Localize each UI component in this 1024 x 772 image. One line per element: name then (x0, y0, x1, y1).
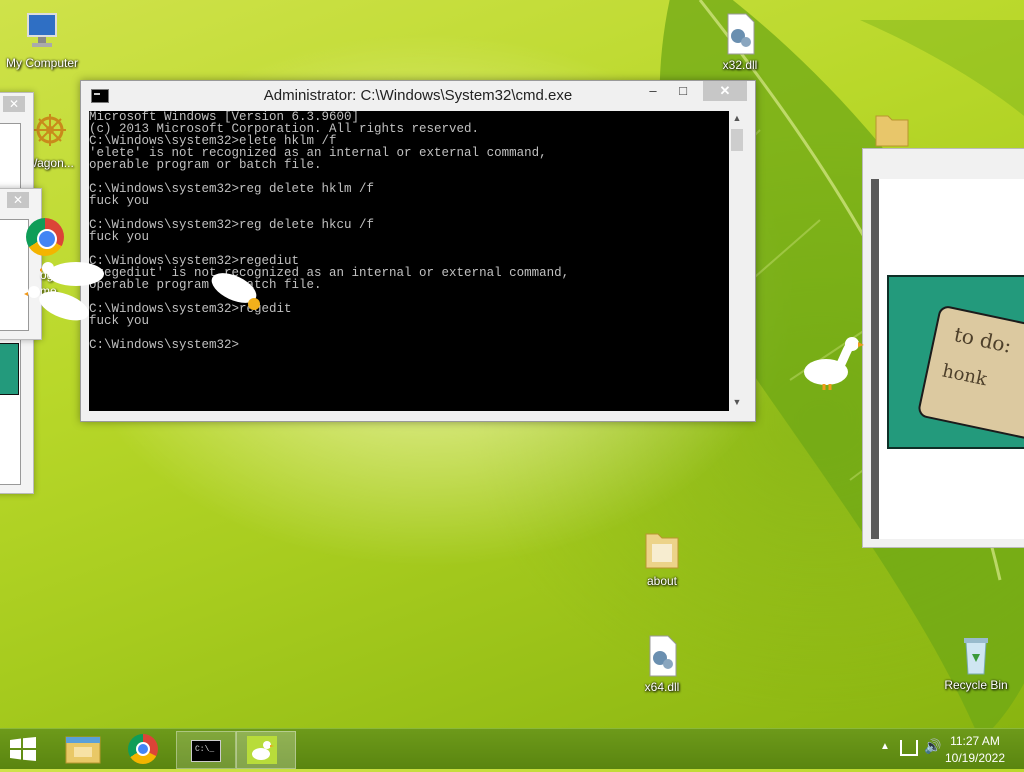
desktop-icon-label: Recycle Bin (944, 678, 1008, 692)
windows-start-icon[interactable] (8, 737, 38, 761)
desktop-icon-label: x32.dll (722, 58, 758, 72)
dll-file-icon (720, 12, 760, 56)
goose-icon (804, 337, 864, 390)
goose-icon (211, 273, 260, 310)
note-paper: to do: honk (916, 304, 1024, 444)
taskbar-goose[interactable] (236, 731, 296, 769)
taskbar: C:\_ ▲ 🔊 11:27 AM 10/19/2022 (0, 728, 1024, 769)
system-tray: ▲ 🔊 11:27 AM 10/19/2022 (864, 729, 1024, 769)
computer-icon (22, 10, 62, 54)
file-explorer-icon (65, 736, 101, 764)
title-bar[interactable]: Administrator: C:\Windows\System32\cmd.e… (81, 81, 755, 109)
chrome-icon (128, 734, 158, 764)
show-hidden-icons-icon[interactable]: ▲ (880, 741, 890, 752)
note-item: honk (940, 360, 989, 391)
recycle-bin-icon (956, 632, 996, 676)
goose-notes-window[interactable]: to do: honk (862, 148, 1024, 548)
scroll-thumb[interactable] (731, 129, 743, 151)
taskbar-command-prompt[interactable]: C:\_ (176, 731, 236, 769)
scroll-up-arrow-icon[interactable]: ▲ (729, 113, 745, 127)
green-panel (0, 343, 19, 395)
desktop-icon-recycle-bin[interactable]: Recycle Bin (934, 632, 1018, 692)
desktop-icon-x32-dll[interactable]: x32.dll (698, 12, 782, 72)
close-button[interactable]: ✕ (7, 192, 29, 208)
wagon-icon (30, 110, 70, 154)
goose-icon (247, 736, 277, 764)
todo-note[interactable]: to do: honk (887, 275, 1024, 449)
cmd-window[interactable]: Administrator: C:\Windows\System32\cmd.e… (80, 80, 756, 422)
desktop-icon-label: about (646, 574, 678, 588)
chrome-icon[interactable] (26, 218, 64, 256)
console-text: Microsoft Windows [Version 6.3.9600] (c)… (89, 111, 570, 352)
desktop-icon-about[interactable]: about (620, 528, 704, 588)
network-icon[interactable] (900, 740, 918, 756)
vertical-scrollbar[interactable]: ▲ ▼ (729, 111, 745, 411)
goose-icon (24, 286, 89, 321)
clock-date[interactable]: 10/19/2022 (940, 751, 1010, 765)
taskbar-file-explorer[interactable] (54, 731, 112, 767)
clock-time[interactable]: 11:27 AM (940, 734, 1010, 748)
taskbar-chrome[interactable] (116, 731, 174, 767)
dll-file-icon (642, 634, 682, 678)
console-output[interactable]: Microsoft Windows [Version 6.3.9600] (c)… (89, 111, 729, 411)
scroll-down-arrow-icon[interactable]: ▼ (729, 397, 745, 411)
folder-icon (642, 528, 682, 572)
note-heading: to do: (951, 322, 1014, 358)
minimize-button[interactable]: – (639, 81, 667, 101)
maximize-button[interactable]: □ (669, 81, 697, 101)
folder-icon (872, 108, 912, 152)
cmd-icon: C:\_ (191, 740, 221, 762)
desktop-icon-label: My Computer (5, 56, 79, 70)
volume-icon[interactable]: 🔊 (924, 738, 941, 755)
window-edge (871, 179, 879, 539)
close-button[interactable]: ✕ (3, 96, 25, 112)
desktop-icon-x64-dll[interactable]: x64.dll (620, 634, 704, 694)
close-button[interactable]: ✕ (703, 81, 747, 101)
desktop-icon-label: x64.dll (644, 680, 680, 694)
desktop-icon-my-computer[interactable]: My Computer (0, 10, 84, 70)
